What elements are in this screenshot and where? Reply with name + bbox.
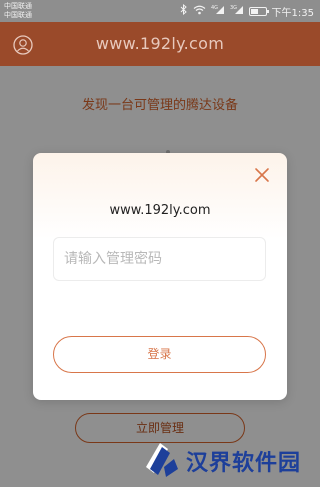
carrier-1: 中国联通	[4, 2, 32, 10]
login-dialog: www.192ly.com 登录	[33, 153, 287, 400]
signal-icon-1: 4G	[211, 4, 225, 18]
battery-icon	[248, 6, 269, 16]
signal-label-1: 4G	[211, 5, 218, 11]
password-input[interactable]	[53, 237, 266, 281]
watermark-text: 汉界软件园	[186, 451, 302, 476]
carrier-2: 中国联通	[4, 11, 32, 19]
battery-fill	[250, 8, 258, 14]
signal-label-2: 3G	[230, 5, 237, 11]
signal-icon-2: 3G	[230, 4, 244, 18]
app-header: www.192ly.com	[0, 22, 320, 66]
bluetooth-icon	[180, 3, 188, 18]
status-icons: 4G 3G 下午1:35	[180, 3, 314, 19]
status-bar: 中国联通 中国联通 4G 3G 下午1:35	[0, 0, 320, 22]
dialog-url: www.192ly.com	[109, 203, 211, 218]
login-button[interactable]: 登录	[53, 336, 266, 373]
close-icon[interactable]	[253, 166, 271, 184]
device-found-text: 发现一台可管理的腾达设备	[81, 98, 238, 113]
wifi-icon	[193, 5, 206, 18]
watermark: 汉界软件园	[140, 437, 320, 483]
watermark-logo-icon	[140, 439, 182, 481]
status-time: 下午1:35	[271, 7, 314, 19]
header-title: www.192ly.com	[95, 34, 225, 53]
